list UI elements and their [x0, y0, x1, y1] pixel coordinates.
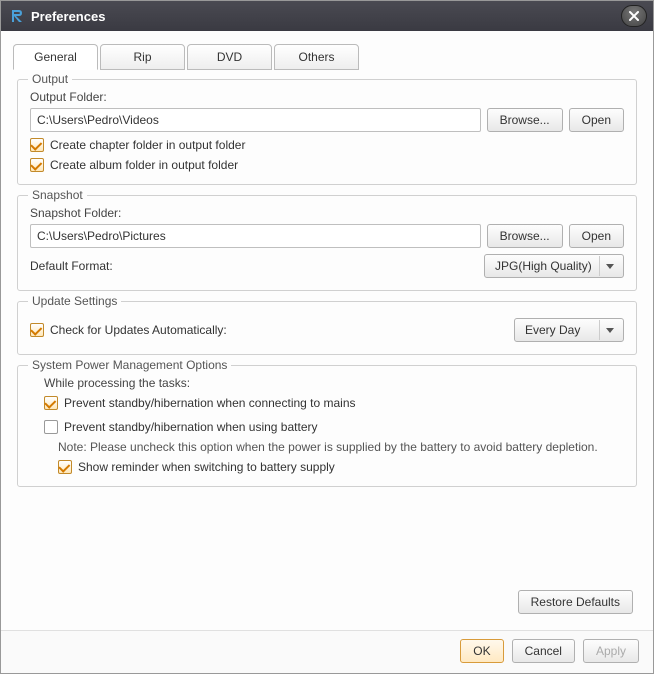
- tab-rip[interactable]: Rip: [100, 44, 185, 70]
- tab-general[interactable]: General: [13, 44, 98, 70]
- snapshot-browse-button[interactable]: Browse...: [487, 224, 563, 248]
- dialog-footer: OK Cancel Apply: [1, 630, 653, 673]
- group-update: Update Settings Check for Updates Automa…: [17, 301, 637, 355]
- group-snapshot: Snapshot Snapshot Folder: Browse... Open…: [17, 195, 637, 291]
- prevent-mains-label: Prevent standby/hibernation when connect…: [64, 396, 356, 410]
- checkbox-prevent-battery[interactable]: Prevent standby/hibernation when using b…: [44, 420, 624, 434]
- group-output: Output Output Folder: Browse... Open Cre…: [17, 79, 637, 185]
- show-reminder-label: Show reminder when switching to battery …: [78, 460, 335, 474]
- content-area: General Rip DVD Others Output Output Fol…: [1, 31, 653, 630]
- chevron-down-icon: [599, 320, 619, 340]
- checkmark-icon: [44, 396, 58, 410]
- checkbox-chapter-folder[interactable]: Create chapter folder in output folder: [30, 138, 624, 152]
- close-button[interactable]: [621, 5, 647, 27]
- checkbox-prevent-mains[interactable]: Prevent standby/hibernation when connect…: [44, 396, 624, 410]
- auto-update-label: Check for Updates Automatically:: [50, 323, 227, 337]
- group-update-title: Update Settings: [28, 294, 121, 308]
- cancel-button[interactable]: Cancel: [512, 639, 575, 663]
- update-interval-value: Every Day: [525, 323, 599, 337]
- window-title: Preferences: [31, 9, 621, 24]
- output-folder-label: Output Folder:: [30, 90, 624, 104]
- checkbox-album-folder[interactable]: Create album folder in output folder: [30, 158, 624, 172]
- tab-dvd[interactable]: DVD: [187, 44, 272, 70]
- app-logo-icon: [9, 8, 25, 24]
- battery-note: Note: Please uncheck this option when th…: [58, 440, 624, 454]
- group-power: System Power Management Options While pr…: [17, 365, 637, 487]
- while-processing-label: While processing the tasks:: [44, 376, 624, 390]
- checkbox-auto-update[interactable]: Check for Updates Automatically:: [30, 323, 227, 337]
- output-folder-input[interactable]: [30, 108, 481, 132]
- snapshot-folder-label: Snapshot Folder:: [30, 206, 624, 220]
- checkmark-icon: [30, 138, 44, 152]
- update-interval-select[interactable]: Every Day: [514, 318, 624, 342]
- checkbox-empty-icon: [44, 420, 58, 434]
- group-snapshot-title: Snapshot: [28, 188, 87, 202]
- output-open-button[interactable]: Open: [569, 108, 624, 132]
- snapshot-open-button[interactable]: Open: [569, 224, 624, 248]
- titlebar: Preferences: [1, 1, 653, 31]
- tab-others[interactable]: Others: [274, 44, 359, 70]
- checkmark-icon: [30, 323, 44, 337]
- album-folder-label: Create album folder in output folder: [50, 158, 238, 172]
- checkbox-show-reminder[interactable]: Show reminder when switching to battery …: [58, 460, 624, 474]
- chevron-down-icon: [599, 256, 619, 276]
- close-icon: [628, 10, 640, 22]
- default-format-value: JPG(High Quality): [495, 259, 599, 273]
- default-format-select[interactable]: JPG(High Quality): [484, 254, 624, 278]
- checkmark-icon: [30, 158, 44, 172]
- apply-button[interactable]: Apply: [583, 639, 639, 663]
- preferences-dialog: Preferences General Rip DVD Others Outpu…: [0, 0, 654, 674]
- chapter-folder-label: Create chapter folder in output folder: [50, 138, 245, 152]
- restore-defaults-button[interactable]: Restore Defaults: [518, 590, 633, 614]
- tab-panel-general: Output Output Folder: Browse... Open Cre…: [13, 69, 641, 622]
- output-browse-button[interactable]: Browse...: [487, 108, 563, 132]
- snapshot-folder-input[interactable]: [30, 224, 481, 248]
- group-output-title: Output: [28, 72, 72, 86]
- group-power-title: System Power Management Options: [28, 358, 231, 372]
- checkmark-icon: [58, 460, 72, 474]
- default-format-label: Default Format:: [30, 259, 113, 273]
- ok-button[interactable]: OK: [460, 639, 503, 663]
- tab-row: General Rip DVD Others: [13, 43, 641, 69]
- prevent-battery-label: Prevent standby/hibernation when using b…: [64, 420, 318, 434]
